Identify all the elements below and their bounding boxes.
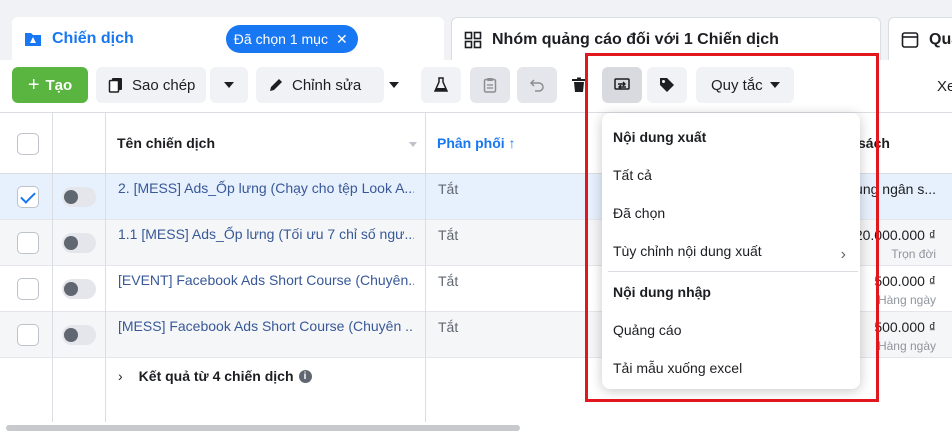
budget-type: Hàng ngày (877, 293, 936, 307)
ab-test-button[interactable] (421, 67, 461, 103)
tab-ads-label: Quả (929, 30, 952, 48)
plus-icon: + (27, 73, 40, 96)
delivery-status: Tắt (438, 181, 459, 197)
campaign-toggle[interactable] (62, 279, 96, 299)
results-summary-label: Kết quả từ 4 chiến dịch (138, 368, 294, 384)
tab-adsets-label: Nhóm quảng cáo đối với 1 Chiến dịch (492, 30, 779, 48)
toggle-knob (64, 190, 78, 204)
select-all-checkbox[interactable] (17, 133, 39, 155)
delivery-status: Tắt (438, 227, 459, 243)
tab-ads[interactable]: Quả (888, 17, 952, 61)
create-label: Tạo (45, 76, 73, 94)
selected-count-chip[interactable]: Đã chọn 1 mục ✕ (225, 25, 358, 53)
view-setup-label[interactable]: Xe (937, 78, 952, 95)
budget-value: 500.000 ₫ (874, 319, 936, 335)
chevron-down-icon (389, 82, 399, 88)
budget-type: Hàng ngày (877, 339, 936, 353)
pencil-icon (270, 79, 282, 91)
folder-icon (25, 33, 41, 46)
row-checkbox[interactable] (17, 232, 39, 254)
info-icon[interactable]: i (298, 369, 312, 383)
campaign-toggle[interactable] (62, 187, 96, 207)
highlight-annotation (585, 53, 879, 402)
sort-icon[interactable] (409, 142, 417, 147)
column-header-delivery[interactable]: Phân phối ↑ (437, 135, 516, 151)
ad-icon (901, 31, 919, 48)
column-header-name[interactable]: Tên chiến dịch (117, 135, 215, 151)
chevron-down-icon (224, 82, 234, 88)
row-checkbox[interactable] (17, 324, 39, 346)
copy-icon (108, 78, 122, 93)
campaign-name-link[interactable]: 2. [MESS] Ads_Ốp lưng (Chạy cho tệp Look… (118, 180, 414, 196)
budget-type: Trọn đời (891, 247, 936, 261)
row-checkbox[interactable] (17, 278, 39, 300)
results-summary[interactable]: › Kết quả từ 4 chiến dịch i (118, 368, 312, 384)
row-checkbox[interactable] (17, 186, 39, 208)
edit-button[interactable]: Chỉnh sửa (256, 67, 384, 103)
tab-campaigns[interactable]: Chiến dịch Đã chọn 1 mục ✕ (12, 17, 444, 61)
undo-icon (529, 79, 544, 92)
toggle-knob (64, 282, 78, 296)
clipboard-button[interactable] (470, 67, 510, 103)
level-tabs: Chiến dịch Đã chọn 1 mục ✕ Nhóm quảng cá… (0, 0, 952, 61)
campaign-name-link[interactable]: [EVENT] Facebook Ads Short Course (Chuyê… (118, 272, 414, 288)
flask-icon (433, 77, 449, 92)
column-divider (425, 112, 426, 422)
toggle-knob (64, 236, 78, 250)
duplicate-button[interactable]: Sao chép (96, 67, 206, 103)
horizontal-scrollbar[interactable] (6, 425, 520, 431)
chevron-right-icon[interactable]: › (118, 368, 123, 384)
tab-campaigns-label: Chiến dịch (52, 30, 134, 47)
budget-value: 500.000 ₫ (874, 273, 936, 289)
create-button[interactable]: + Tạo (12, 67, 88, 103)
campaign-toggle[interactable] (62, 325, 96, 345)
delivery-status: Tắt (438, 273, 459, 289)
undo-button[interactable] (517, 67, 557, 103)
edit-dropdown-button[interactable] (377, 67, 413, 103)
duplicate-dropdown-button[interactable] (210, 67, 248, 103)
delivery-status: Tắt (438, 319, 459, 335)
clear-selection-icon[interactable]: ✕ (336, 31, 348, 48)
campaign-toggle[interactable] (62, 233, 96, 253)
column-divider (105, 112, 106, 422)
column-divider (52, 112, 53, 422)
campaign-name-link[interactable]: [MESS] Facebook Ads Short Course (Chuyên… (118, 318, 414, 334)
toggle-knob (64, 328, 78, 342)
clipboard-icon (483, 78, 497, 93)
ads-manager: Chiến dịch Đã chọn 1 mục ✕ Nhóm quảng cá… (0, 0, 952, 433)
campaign-name-link[interactable]: 1.1 [MESS] Ads_Ốp lưng (Tối ưu 7 chỉ số … (118, 226, 414, 242)
grid-icon (464, 31, 482, 48)
selected-count-label: Đã chọn 1 mục (233, 31, 328, 47)
